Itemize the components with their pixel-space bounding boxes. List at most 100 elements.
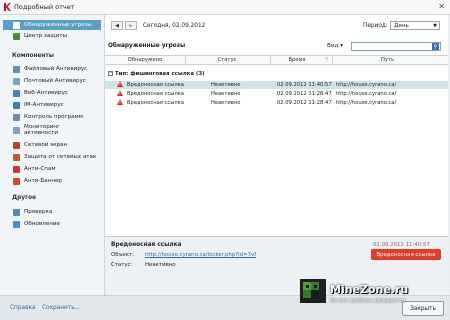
table-header: Обнаружено Статус Время ▽ Путь	[105, 55, 448, 65]
sidebar-item-anti-banner[interactable]: Анти-Баннер	[3, 176, 101, 186]
search-icon[interactable]: ⚲	[432, 43, 439, 50]
column-header-time[interactable]: Время	[272, 57, 322, 63]
sidebar-item-detected-threats[interactable]: Обнаруженные угрозы	[3, 20, 101, 30]
scan-icon	[13, 208, 20, 216]
date-label: Сегодня, 02.09.2012	[143, 23, 206, 29]
column-divider	[270, 56, 271, 64]
title-bar: Подробный отчет ✕	[0, 0, 450, 15]
status-label: Статус:	[111, 262, 133, 268]
object-label: Объект:	[111, 252, 134, 258]
row-detected: Вредоносная ссылка	[127, 91, 184, 97]
sidebar-item-label: Сетевой экран	[24, 142, 68, 148]
sidebar-item-app-control[interactable]: Контроль программ	[3, 112, 101, 122]
close-icon[interactable]: ✕	[438, 2, 445, 11]
sidebar-item-protection-center[interactable]: Центр защиты	[3, 31, 101, 41]
im-antivirus-icon	[13, 101, 20, 109]
row-path: http://house.cyrano.ca/	[336, 82, 397, 88]
sidebar-item-im-antivirus[interactable]: IM-Антивирус	[3, 100, 101, 110]
sort-desc-icon: ▽	[325, 57, 329, 62]
object-link[interactable]: http://house.cyrano.ca/locker.php?id=7vf	[145, 252, 256, 258]
collapse-icon[interactable]: −	[108, 71, 113, 76]
sidebar-item-firewall[interactable]: Сетевой экран	[3, 140, 101, 150]
sidebar-item-activity-monitor[interactable]: Мониторинг активности	[3, 123, 101, 137]
period-value: День	[394, 22, 409, 29]
back-arrow-icon: ◀	[115, 22, 119, 29]
shield-icon	[13, 32, 20, 40]
sidebar-item-mail-antivirus[interactable]: Почтовый Антивирус	[3, 76, 101, 86]
report-icon	[13, 21, 20, 29]
details-timestamp: 02.09.2012 11:40:57	[373, 242, 430, 248]
row-time: 02.09.2012 11:28:47	[277, 100, 332, 106]
chevron-down-icon: ▼	[433, 23, 437, 29]
components-header: Компоненты	[12, 53, 54, 59]
anti-spam-icon	[13, 165, 20, 173]
search-input[interactable]: ⚲	[351, 42, 441, 51]
table-row[interactable]: Вредоносная ссылка Неактивно 02.09.2012 …	[105, 81, 448, 89]
sidebar-item-label: Анти-Баннер	[24, 178, 62, 184]
watermark-slogan: Не все зелёное взрывается	[330, 298, 405, 304]
web-antivirus-icon	[13, 89, 20, 97]
other-header: Другое	[12, 195, 37, 201]
update-icon	[13, 220, 20, 228]
sidebar-item-label: Контроль программ	[24, 114, 83, 120]
back-button[interactable]: ◀	[111, 21, 123, 30]
sidebar-item-label: Защита от сетевых атак	[24, 154, 97, 160]
row-detected: Вредоносная ссылка	[127, 100, 184, 106]
threat-type-badge: Вредоносная ссылка	[371, 249, 441, 260]
sidebar-item-label: Центр защиты	[24, 33, 68, 39]
sidebar-item-label: Анти-Спам	[24, 166, 56, 172]
app-control-icon	[13, 113, 20, 121]
watermark-brand: MineZone.ru	[330, 283, 409, 296]
status-value: Неактивно	[145, 262, 176, 268]
period-label: Период:	[363, 23, 388, 29]
sidebar-item-label: IM-Антивирус	[24, 102, 64, 108]
row-detected: Вредоносная ссылка	[127, 82, 184, 88]
sidebar-item-label: Веб-Антивирус	[24, 90, 68, 96]
save-link[interactable]: Сохранить...	[42, 305, 80, 311]
sidebar-item-label: Обнаруженные угрозы	[24, 22, 92, 28]
group-row[interactable]: − Тип: фишинговая ссылка (3)	[105, 70, 448, 78]
sidebar-item-anti-spam[interactable]: Анти-Спам	[3, 164, 101, 174]
sidebar-item-label: Почтовый Антивирус	[24, 78, 86, 84]
window-title: Подробный отчет	[14, 3, 75, 11]
row-status: Неактивно	[211, 100, 241, 106]
group-label: Тип: фишинговая ссылка (3)	[115, 71, 205, 77]
column-divider	[332, 56, 333, 64]
period-select[interactable]: День ▼	[390, 21, 440, 30]
row-path: http://house.cyrano.ca/	[336, 91, 397, 97]
sidebar-item-file-antivirus[interactable]: Файловый Антивирус	[3, 64, 101, 74]
table-row[interactable]: Вредоносная ссылка Неактивно 02.09.2012 …	[105, 90, 448, 98]
sidebar-item-label: Проверка	[24, 209, 53, 215]
table-row[interactable]: Вредоносная ссылка Неактивно 02.09.2012 …	[105, 99, 448, 107]
sidebar-item-label: Файловый Антивирус	[24, 66, 88, 72]
row-time: 02.09.2012 11:28:47	[277, 91, 332, 97]
forward-button[interactable]: ▶	[125, 21, 137, 30]
column-header-status[interactable]: Статус	[187, 57, 267, 63]
anti-banner-icon	[13, 177, 20, 185]
sidebar-item-scan[interactable]: Проверка	[3, 207, 101, 217]
minezone-logo	[300, 279, 326, 303]
mail-antivirus-icon	[13, 77, 20, 85]
kaspersky-logo-icon	[3, 3, 11, 11]
warning-icon	[117, 81, 123, 87]
view-dropdown[interactable]: Вид ▾	[327, 43, 343, 49]
column-header-detected[interactable]: Обнаружено	[115, 57, 175, 63]
sidebar-item-web-antivirus[interactable]: Веб-Антивирус	[3, 88, 101, 98]
row-status: Неактивно	[211, 82, 241, 88]
sidebar-item-update[interactable]: Обновление	[3, 219, 101, 229]
details-title: Вредоносная ссылка	[111, 242, 182, 248]
row-path: http://house.cyrano.ca/	[336, 100, 397, 106]
firewall-icon	[13, 141, 20, 149]
warning-icon	[117, 99, 123, 105]
close-button[interactable]: Закрыть	[402, 301, 444, 316]
section-title: Обнаруженные угрозы	[108, 43, 186, 49]
network-attack-icon	[13, 153, 20, 161]
sidebar-item-network-attack[interactable]: Защита от сетевых атак	[3, 152, 101, 162]
column-divider	[185, 56, 186, 64]
help-link[interactable]: Справка	[10, 305, 36, 311]
row-time: 02.09.2012 11:40:57	[277, 82, 332, 88]
activity-monitor-icon	[13, 126, 20, 134]
sidebar: Обнаруженные угрозы Центр защиты Компоне…	[0, 15, 105, 295]
sidebar-item-label: Мониторинг активности	[24, 124, 61, 136]
column-header-path[interactable]: Путь	[335, 57, 440, 63]
